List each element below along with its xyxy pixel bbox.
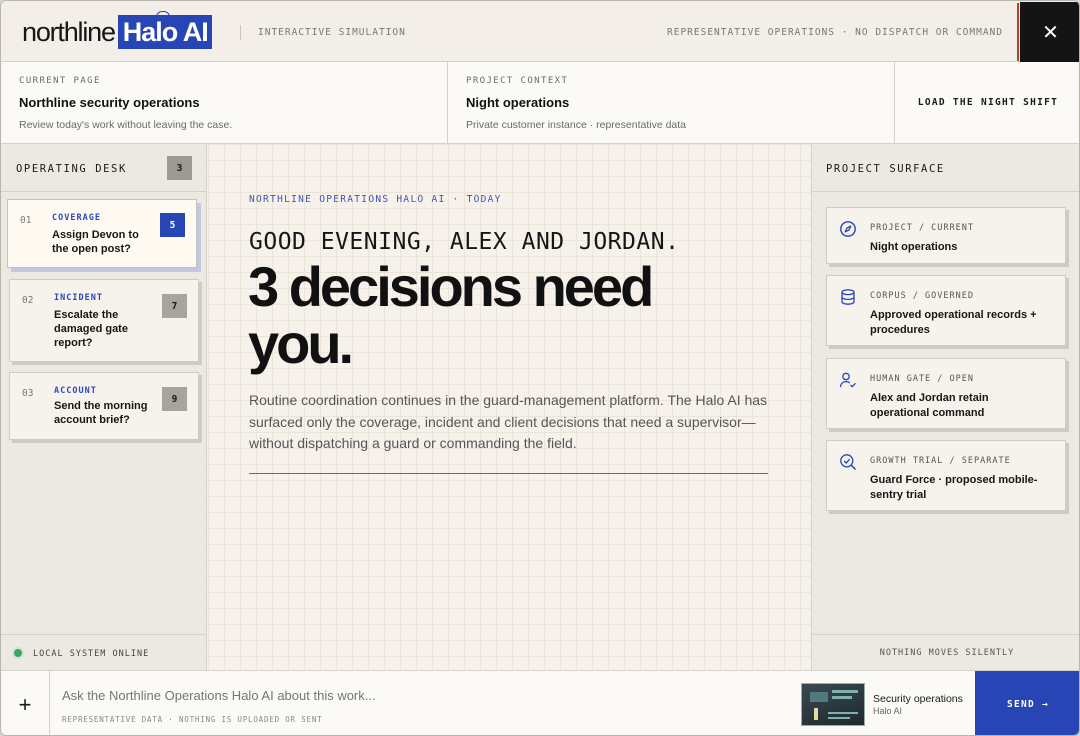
task-tag: COVERAGE (52, 213, 101, 223)
app-window: northline Halo AI INTERACTIVE SIMULATION… (0, 0, 1080, 736)
task-badge: 5 (160, 213, 185, 237)
task-number: 01 (20, 215, 32, 226)
project-context-title: Night operations (466, 95, 570, 110)
load-night-shift-button[interactable]: LOAD THE NIGHT SHIFT (895, 62, 1079, 143)
task-number: 03 (22, 388, 34, 399)
task-text: Assign Devon to the open post? (52, 229, 139, 255)
current-page-subtitle: Review today's work without leaving the … (19, 119, 233, 131)
prompt-input[interactable] (62, 688, 782, 703)
task-badge: 7 (162, 294, 187, 318)
current-page-kicker: CURRENT PAGE (19, 76, 101, 86)
close-button[interactable]: ✕ (1020, 2, 1079, 62)
project-context-panel: PROJECT CONTEXT Night operations Private… (448, 62, 895, 143)
task-tag: INCIDENT (54, 293, 103, 303)
system-status-text: LOCAL SYSTEM ONLINE (33, 649, 150, 659)
main-briefing: NORTHLINE OPERATIONS HALO AI · TODAY GOO… (207, 144, 811, 670)
project-surface: PROJECT SURFACE PROJECT / CURRENT Night … (811, 144, 1079, 670)
project-context-kicker: PROJECT CONTEXT (466, 76, 569, 86)
current-page-title: Northline security operations (19, 95, 200, 110)
context-bar: CURRENT PAGE Northline security operatio… (1, 62, 1079, 144)
operating-desk-title: OPERATING DESK (16, 163, 127, 175)
task-badge: 9 (162, 387, 187, 411)
card-kicker: GROWTH TRIAL / SEPARATE (870, 456, 1011, 466)
task-card-incident[interactable]: 02 INCIDENT Escalate the damaged gate re… (9, 279, 199, 362)
surface-card-growth-trial: GROWTH TRIAL / SEPARATE Guard Force · pr… (826, 440, 1066, 511)
context-chip-title: Security operations (873, 693, 963, 705)
surface-card-human-gate: HUMAN GATE / OPEN Alex and Jordan retain… (826, 358, 1066, 429)
briefing-kicker: NORTHLINE OPERATIONS HALO AI · TODAY (249, 194, 502, 205)
card-text: Guard Force · proposed mobile-sentry tri… (870, 474, 1038, 501)
greeting: GOOD EVENING, ALEX AND JORDAN. (249, 229, 680, 255)
decision-count-badge: 3 (167, 156, 192, 180)
attach-button[interactable]: + (1, 671, 50, 735)
surface-card-corpus: CORPUS / GOVERNED Approved operational r… (826, 275, 1066, 346)
card-text: Night operations (870, 241, 958, 253)
surface-footer: NOTHING MOVES SILENTLY (812, 634, 1079, 670)
operating-desk: OPERATING DESK 3 01 COVERAGE Assign Devo… (1, 144, 207, 670)
logo-wordmark: northline (22, 17, 116, 47)
logo-badge: Halo AI (117, 11, 212, 49)
top-bar: northline Halo AI INTERACTIVE SIMULATION… (1, 1, 1079, 62)
plus-icon: + (18, 691, 32, 717)
current-page-panel: CURRENT PAGE Northline security operatio… (1, 62, 448, 143)
task-card-account[interactable]: 03 ACCOUNT Send the morning account brie… (9, 372, 199, 440)
project-context-subtitle: Private customer instance · representati… (466, 119, 687, 131)
context-chip-subtitle: Halo AI (873, 706, 903, 716)
operating-desk-header: OPERATING DESK 3 (1, 144, 206, 192)
composer: + REPRESENTATIVE DATA · NOTHING IS UPLOA… (1, 670, 1079, 735)
divider (249, 473, 768, 474)
status-dot-icon (14, 649, 22, 657)
close-icon: ✕ (1042, 21, 1059, 44)
northline-halo-logo: northline Halo AI (22, 11, 212, 49)
card-kicker: CORPUS / GOVERNED (870, 291, 974, 301)
task-card-coverage[interactable]: 01 COVERAGE Assign Devon to the open pos… (7, 199, 197, 268)
composer-note: REPRESENTATIVE DATA · NOTHING IS UPLOADE… (62, 715, 323, 724)
task-number: 02 (22, 295, 34, 306)
accent-rule (1017, 3, 1019, 61)
system-status: LOCAL SYSTEM ONLINE (1, 634, 206, 670)
card-text: Approved operational records + procedure… (870, 309, 1037, 336)
card-text: Alex and Jordan retain operational comma… (870, 392, 989, 419)
surface-card-project: PROJECT / CURRENT Night operations (826, 207, 1066, 264)
search-check-icon (840, 454, 857, 471)
project-surface-title: PROJECT SURFACE (826, 163, 945, 175)
representative-label: REPRESENTATIVE OPERATIONS · NO DISPATCH … (667, 27, 1003, 38)
task-text: Escalate the damaged gate report? (54, 309, 128, 349)
simulation-label: INTERACTIVE SIMULATION (258, 27, 406, 38)
compass-icon (840, 221, 856, 237)
briefing-intro: Routine coordination continues in the gu… (249, 392, 768, 451)
task-tag: ACCOUNT (54, 386, 97, 396)
context-thumbnail (801, 683, 865, 726)
headline: 3 decisions need you. (248, 255, 654, 375)
card-kicker: HUMAN GATE / OPEN (870, 374, 974, 384)
database-icon (841, 289, 855, 305)
send-button[interactable]: SEND → (975, 671, 1079, 735)
divider (240, 25, 241, 40)
user-gate-icon (839, 372, 856, 388)
task-text: Send the morning account brief? (54, 400, 148, 426)
card-kicker: PROJECT / CURRENT (870, 223, 974, 233)
project-surface-header: PROJECT SURFACE (812, 144, 1079, 192)
